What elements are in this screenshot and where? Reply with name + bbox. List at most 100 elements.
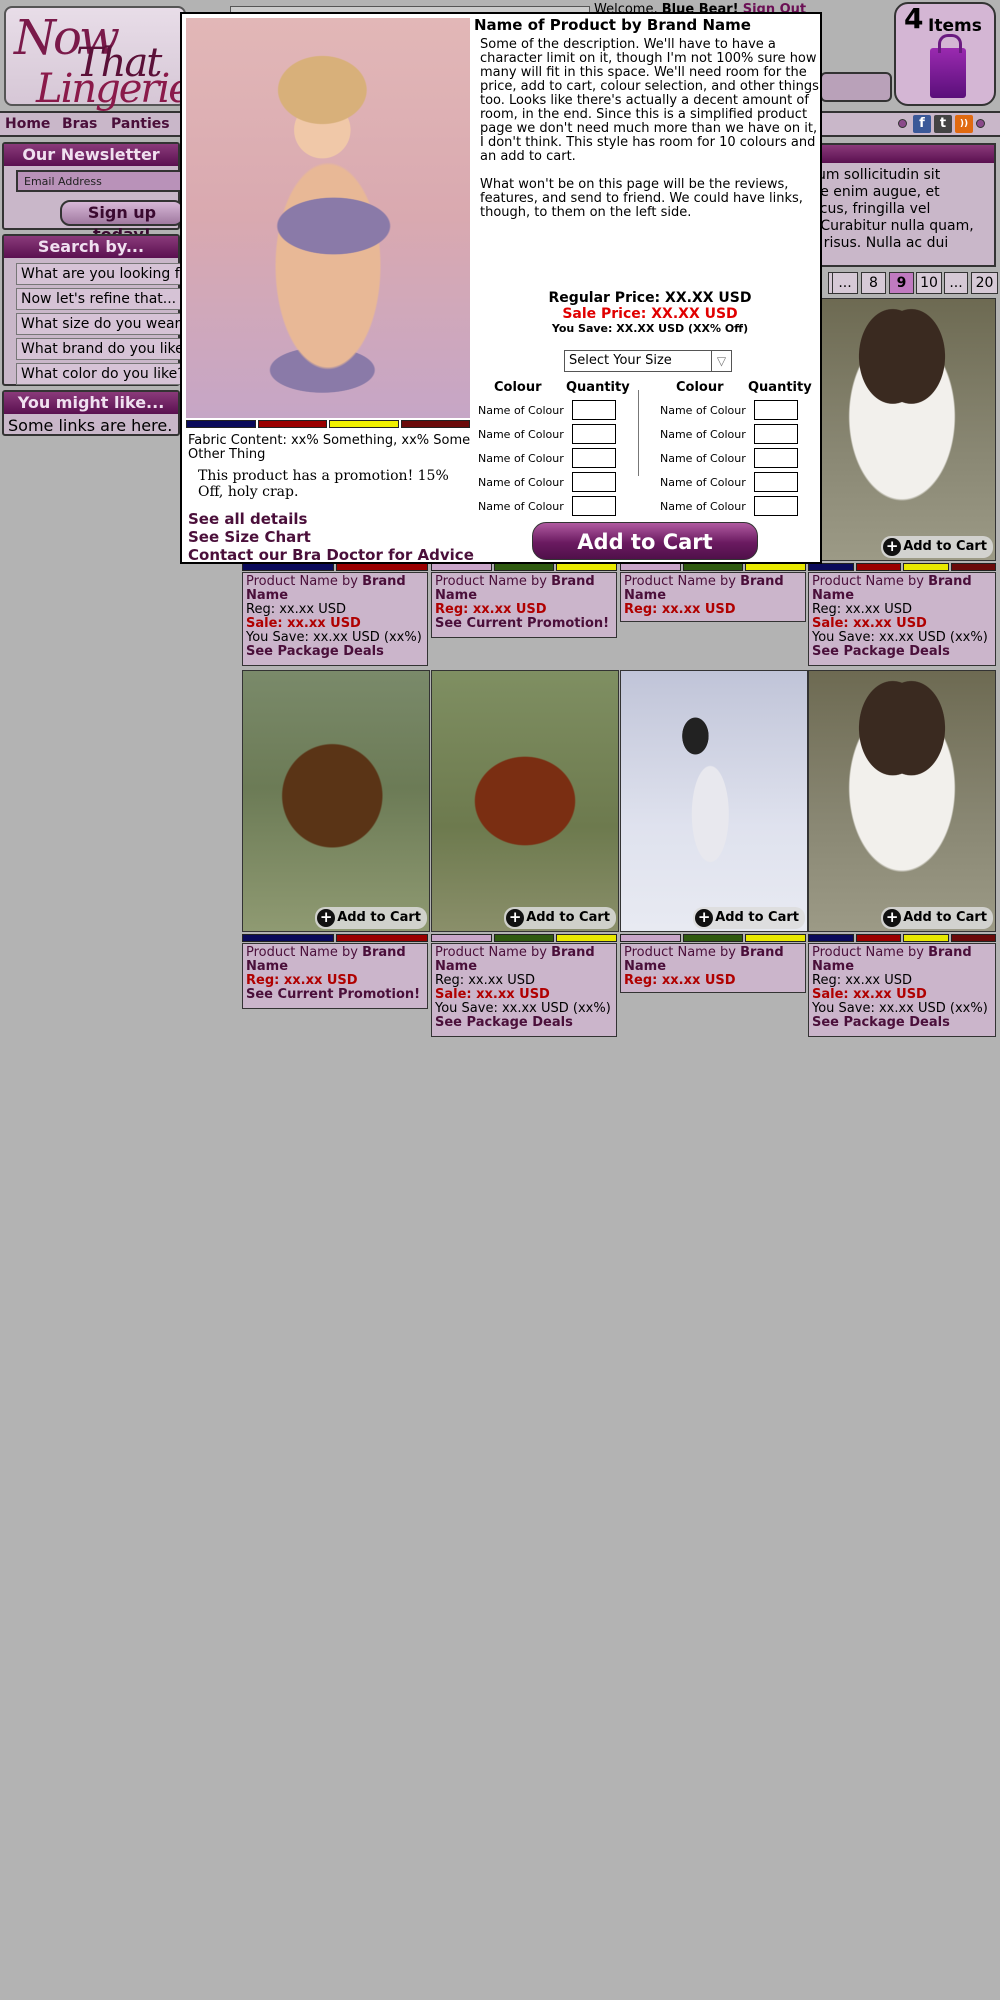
quantity-input[interactable] xyxy=(572,496,616,516)
search-color[interactable]: What color do you like? xyxy=(16,363,182,385)
swatch[interactable] xyxy=(620,934,681,942)
quantity-input[interactable] xyxy=(754,496,798,516)
product-photo[interactable] xyxy=(186,18,470,418)
intro-line: vitae enim augue, et xyxy=(794,184,940,200)
pager-page-9-current[interactable]: 9 xyxy=(889,272,914,294)
nav-home[interactable]: Home xyxy=(5,116,50,132)
swatch[interactable] xyxy=(336,563,428,571)
product-image[interactable]: + Add to Cart xyxy=(242,670,430,932)
promotion-link[interactable]: See Current Promotion! xyxy=(246,988,424,1002)
swatch[interactable] xyxy=(493,563,555,571)
might-like-links[interactable]: Some links are here. xyxy=(4,414,178,437)
swatch[interactable] xyxy=(950,934,996,942)
quantity-input[interactable] xyxy=(572,400,616,420)
price-block: Regular Price: XX.XX USD Sale Price: XX.… xyxy=(480,290,820,335)
product-image[interactable]: + Add to Cart xyxy=(620,670,808,932)
promotion-link[interactable]: See Current Promotion! xyxy=(435,617,613,631)
product-name[interactable]: Product Name by Brand Name xyxy=(435,946,613,974)
modal-add-to-cart-button[interactable]: Add to Cart xyxy=(532,522,758,560)
swatch[interactable] xyxy=(242,934,334,942)
quantity-input[interactable] xyxy=(754,400,798,420)
product-name[interactable]: Product Name by Brand Name xyxy=(246,575,424,603)
swatch[interactable] xyxy=(903,934,949,942)
swatch[interactable] xyxy=(431,934,492,942)
swatch[interactable] xyxy=(682,563,744,571)
product-name[interactable]: Product Name by Brand Name xyxy=(812,575,992,603)
size-select[interactable]: Select Your Size ▽ xyxy=(564,350,732,372)
add-to-cart-button[interactable]: + Add to Cart xyxy=(504,907,616,929)
swatch[interactable] xyxy=(745,934,807,942)
product-info: Product Name by Brand Name Reg: xx.xx US… xyxy=(620,943,806,993)
package-deals-link[interactable]: See Package Deals xyxy=(435,1016,613,1030)
package-deals-link[interactable]: See Package Deals xyxy=(812,1016,992,1030)
facebook-icon[interactable]: f xyxy=(913,115,931,133)
add-to-cart-label: Add to Cart xyxy=(715,910,799,925)
swatch[interactable] xyxy=(431,563,492,571)
swatch[interactable] xyxy=(950,563,996,571)
package-deals-link[interactable]: See Package Deals xyxy=(246,645,424,659)
pager-page-8[interactable]: 8 xyxy=(861,272,886,294)
signup-button[interactable]: Sign up today! xyxy=(60,200,184,244)
add-to-cart-label: Add to Cart xyxy=(903,910,987,925)
colour-name: Name of Colour xyxy=(478,428,564,441)
swatch[interactable] xyxy=(620,563,681,571)
newsletter-email-input[interactable]: Email Address xyxy=(16,170,182,192)
rss-icon[interactable]: )) xyxy=(955,115,973,133)
shopping-cart[interactable]: 4 Items xyxy=(894,2,996,106)
swatch[interactable] xyxy=(808,934,854,942)
search-by-title: Search by... xyxy=(4,236,178,258)
product-image[interactable]: + Add to Cart xyxy=(808,298,996,561)
product-name[interactable]: Product Name by Brand Name xyxy=(624,575,802,603)
nav-bras[interactable]: Bras xyxy=(62,116,97,132)
quantity-input[interactable] xyxy=(754,424,798,444)
add-to-cart-button[interactable]: + Add to Cart xyxy=(881,907,993,929)
quantity-input[interactable] xyxy=(754,472,798,492)
regular-price: Reg: xx.xx USD xyxy=(435,973,536,988)
swatch[interactable] xyxy=(336,934,428,942)
nav-panties[interactable]: Panties xyxy=(111,116,170,132)
bra-doctor-link[interactable]: Contact our Bra Doctor for Advice xyxy=(188,546,474,564)
swatch[interactable] xyxy=(808,563,854,571)
twitter-icon[interactable]: t xyxy=(934,115,952,133)
add-to-cart-button[interactable]: + Add to Cart xyxy=(693,907,805,929)
search-what-looking-for[interactable]: What are you looking for? xyxy=(16,263,182,285)
product-image[interactable]: + Add to Cart xyxy=(808,670,996,932)
package-deals-link[interactable]: See Package Deals xyxy=(812,645,992,659)
description-paragraph: Some of the description. We'll have to h… xyxy=(480,37,819,164)
swatch[interactable] xyxy=(556,563,618,571)
product-name[interactable]: Product Name by Brand Name xyxy=(435,575,613,603)
swatch[interactable] xyxy=(745,563,807,571)
quantity-input[interactable] xyxy=(572,424,616,444)
swatch[interactable] xyxy=(493,934,555,942)
search-brand[interactable]: What brand do you like? xyxy=(16,338,182,360)
swatch[interactable] xyxy=(257,420,327,428)
swatch[interactable] xyxy=(400,420,470,428)
quantity-input[interactable] xyxy=(572,472,616,492)
swatch[interactable] xyxy=(855,563,901,571)
product-name[interactable]: Product Name by Brand Name xyxy=(812,946,992,974)
product-image[interactable]: + Add to Cart xyxy=(431,670,619,932)
swatch[interactable] xyxy=(186,420,256,428)
pager-page-20[interactable]: 20 xyxy=(971,272,998,294)
swatch[interactable] xyxy=(682,934,744,942)
swatch[interactable] xyxy=(903,563,949,571)
product-name[interactable]: Product Name by Brand Name xyxy=(246,946,424,974)
site-logo[interactable]: Now That Lingerie xyxy=(4,6,192,112)
swatch[interactable] xyxy=(855,934,901,942)
quantity-input[interactable] xyxy=(754,448,798,468)
add-to-cart-button[interactable]: + Add to Cart xyxy=(315,907,427,929)
product-info: Product Name by Brand Name Reg: xx.xx US… xyxy=(431,572,617,638)
add-to-cart-button[interactable]: + Add to Cart xyxy=(881,536,993,558)
search-size[interactable]: What size do you wear? xyxy=(16,313,182,335)
swatch[interactable] xyxy=(242,563,334,571)
swatch[interactable] xyxy=(556,934,618,942)
swatch[interactable] xyxy=(329,420,399,428)
see-all-details-link[interactable]: See all details xyxy=(188,510,307,528)
pager-ellipsis[interactable]: ... xyxy=(832,272,858,294)
pager-page-10[interactable]: 10 xyxy=(916,272,942,294)
quantity-input[interactable] xyxy=(572,448,616,468)
see-size-chart-link[interactable]: See Size Chart xyxy=(188,528,311,546)
pager-ellipsis[interactable]: ... xyxy=(944,272,968,294)
search-refine[interactable]: Now let's refine that... xyxy=(16,288,182,310)
product-name[interactable]: Product Name by Brand Name xyxy=(624,946,802,974)
